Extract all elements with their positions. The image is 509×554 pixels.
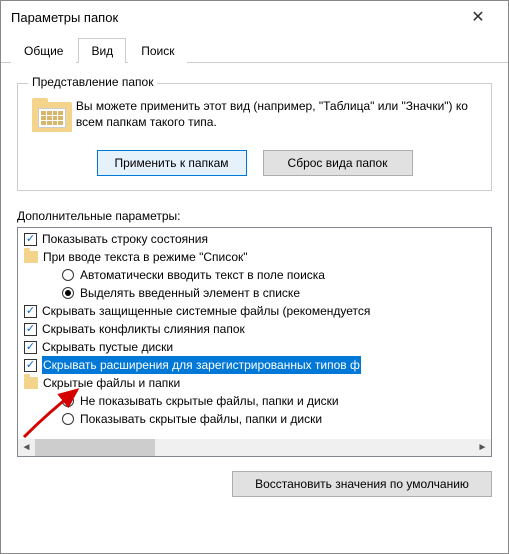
advanced-label: Дополнительные параметры: — [17, 209, 492, 223]
horizontal-scrollbar[interactable]: ◄ ► — [18, 439, 491, 456]
radio[interactable] — [62, 269, 74, 281]
settings-row: Скрытые файлы и папки — [24, 374, 489, 392]
settings-row[interactable]: Скрывать расширения для зарегистрированн… — [24, 356, 489, 374]
titlebar: Параметры папок ✕ — [1, 1, 508, 33]
apply-to-folders-button[interactable]: Применить к папкам — [97, 150, 247, 176]
settings-row[interactable]: Скрывать пустые диски — [24, 338, 489, 356]
radio[interactable] — [62, 395, 74, 407]
settings-row[interactable]: Показывать скрытые файлы, папки и диски — [24, 410, 489, 428]
checkbox[interactable] — [24, 359, 37, 372]
checkbox[interactable] — [24, 341, 37, 354]
tab-search[interactable]: Поиск — [128, 38, 187, 63]
advanced-settings-panel: Показывать строку состоянияПри вводе тек… — [17, 227, 492, 457]
scroll-track[interactable] — [35, 439, 474, 456]
settings-row-label: Показывать скрытые файлы, папки и диски — [80, 410, 322, 428]
tabs: Общие Вид Поиск — [1, 33, 508, 63]
settings-row: При вводе текста в режиме "Список" — [24, 248, 489, 266]
settings-row[interactable]: Выделять введенный элемент в списке — [24, 284, 489, 302]
settings-row-label: Автоматически вводить текст в поле поиск… — [80, 266, 325, 284]
folder-icon — [24, 377, 38, 389]
reset-folders-button[interactable]: Сброс вида папок — [263, 150, 413, 176]
checkbox[interactable] — [24, 233, 37, 246]
settings-row-label: Выделять введенный элемент в списке — [80, 284, 300, 302]
window-title: Параметры папок — [11, 10, 458, 25]
settings-row[interactable]: Не показывать скрытые файлы, папки и дис… — [24, 392, 489, 410]
settings-row[interactable]: Автоматически вводить текст в поле поиск… — [24, 266, 489, 284]
tab-content: Представление папок Вы можете применить … — [1, 63, 508, 507]
settings-row-label: При вводе текста в режиме "Список" — [43, 248, 248, 266]
settings-row-label: Скрывать пустые диски — [42, 338, 173, 356]
settings-row-label: Скрывать расширения для зарегистрированн… — [42, 356, 361, 374]
scroll-left-icon[interactable]: ◄ — [18, 439, 35, 456]
tab-general[interactable]: Общие — [11, 38, 76, 63]
group-description: Вы можете применить этот вид (например, … — [76, 98, 477, 130]
folder-icon — [32, 98, 62, 138]
settings-row[interactable]: Скрывать защищенные системные файлы (рек… — [24, 302, 489, 320]
radio[interactable] — [62, 413, 74, 425]
settings-row-label: Скрывать защищенные системные файлы (рек… — [42, 302, 370, 320]
settings-row-label: Не показывать скрытые файлы, папки и дис… — [80, 392, 339, 410]
folder-views-group: Представление папок Вы можете применить … — [17, 83, 492, 191]
scroll-right-icon[interactable]: ► — [474, 439, 491, 456]
folder-icon — [24, 251, 38, 263]
settings-row-label: Скрытые файлы и папки — [43, 374, 180, 392]
tab-view[interactable]: Вид — [78, 38, 126, 63]
close-icon[interactable]: ✕ — [458, 7, 498, 27]
group-title: Представление папок — [28, 75, 157, 89]
checkbox[interactable] — [24, 305, 37, 318]
restore-defaults-button[interactable]: Восстановить значения по умолчанию — [232, 471, 492, 497]
settings-row-label: Скрывать конфликты слияния папок — [42, 320, 245, 338]
scroll-thumb[interactable] — [35, 439, 155, 456]
radio[interactable] — [62, 287, 74, 299]
settings-row[interactable]: Скрывать конфликты слияния папок — [24, 320, 489, 338]
checkbox[interactable] — [24, 323, 37, 336]
settings-row[interactable]: Показывать строку состояния — [24, 230, 489, 248]
settings-row-label: Показывать строку состояния — [42, 230, 208, 248]
